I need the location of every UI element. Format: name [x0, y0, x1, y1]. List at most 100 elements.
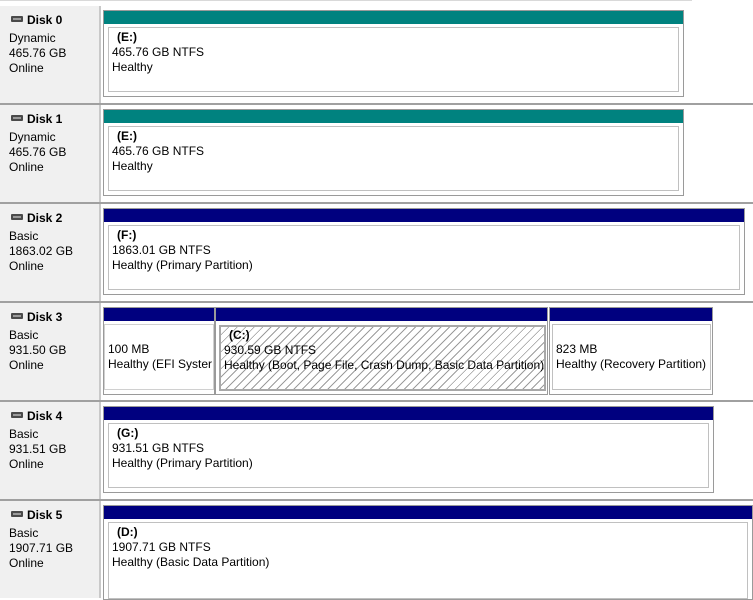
volume-health: Healthy (Boot, Page File, Crash Dump, Ba… — [224, 358, 545, 372]
disk-row-3: Disk 3 Basic 931.50 GB Online 100 MB Hea… — [0, 303, 753, 402]
disk-title: Disk 4 — [11, 409, 63, 423]
disk-label-3[interactable]: Disk 3 Basic 931.50 GB Online — [0, 303, 101, 400]
volume-size-fs: 930.59 GB NTFS — [224, 343, 317, 357]
volume-details: (E:) 465.76 GB NTFS Healthy — [108, 126, 679, 191]
disk-name: Disk 1 — [27, 112, 63, 126]
disk-status: Online — [9, 457, 44, 471]
volume-recovery[interactable]: 823 MB Healthy (Recovery Partition) — [549, 307, 713, 395]
disk-row-2: Disk 2 Basic 1863.02 GB Online (F:) 1863… — [0, 204, 753, 303]
volume-letter: (C:) — [229, 328, 250, 342]
volume-color-bar — [104, 209, 744, 222]
disk-size: 1907.71 GB — [9, 541, 74, 555]
disk-drive-icon — [11, 313, 23, 319]
disk-type: Basic — [9, 427, 39, 441]
volume-details-selected: (C:) 930.59 GB NTFS Healthy (Boot, Page … — [219, 325, 546, 391]
volume-letter: (F:) — [117, 228, 137, 242]
volume-size-fs: 1863.01 GB NTFS — [112, 243, 211, 257]
volume-size-fs: 823 MB — [556, 342, 598, 356]
disk-status: Online — [9, 61, 44, 75]
disk-volume-area: (E:) 465.76 GB NTFS Healthy — [101, 105, 687, 202]
disk-name: Disk 4 — [27, 409, 63, 423]
disk-size: 465.76 GB — [9, 46, 67, 60]
volume-details: (E:) 465.76 GB NTFS Healthy — [108, 27, 679, 92]
volume-health: Healthy (Recovery Partition) — [556, 357, 707, 371]
volume-letter: (E:) — [117, 129, 137, 143]
volume-c[interactable]: (C:) 930.59 GB NTFS Healthy (Boot, Page … — [215, 307, 548, 395]
volume-color-bar — [550, 308, 712, 321]
disk-name: Disk 3 — [27, 310, 63, 324]
disk-label-0[interactable]: Disk 0 Dynamic 465.76 GB Online — [0, 6, 101, 103]
volume-color-bar — [104, 308, 214, 321]
volume-color-bar — [104, 506, 752, 519]
volume-health: Healthy (Basic Data Partition) — [112, 555, 270, 569]
disk-status: Online — [9, 556, 44, 570]
top-border — [0, 0, 753, 1]
disk-row-1: Disk 1 Dynamic 465.76 GB Online (E:) 465… — [0, 105, 753, 204]
disk-drive-icon — [11, 511, 23, 517]
volume-health: Healthy (Primary Partition) — [112, 258, 253, 272]
volume-health: Healthy (EFI Syster — [108, 357, 213, 371]
disk-type: Basic — [9, 328, 39, 342]
volume-health: Healthy (Primary Partition) — [112, 456, 253, 470]
disk-size: 465.76 GB — [9, 145, 67, 159]
disk-type: Basic — [9, 526, 39, 540]
volume-size-fs: 465.76 GB NTFS — [112, 144, 205, 158]
disk-label-1[interactable]: Disk 1 Dynamic 465.76 GB Online — [0, 105, 101, 202]
volume-efi[interactable]: 100 MB Healthy (EFI Syster — [103, 307, 215, 395]
disk-volume-area: (D:) 1907.71 GB NTFS Healthy (Basic Data… — [101, 501, 753, 600]
volume-health: Healthy — [112, 60, 153, 74]
disk-label-4[interactable]: Disk 4 Basic 931.51 GB Online — [0, 402, 101, 499]
disk-volume-area: 100 MB Healthy (EFI Syster (C:) 930.59 G… — [101, 303, 716, 400]
volume-details: 823 MB Healthy (Recovery Partition) — [552, 324, 711, 390]
disk-status: Online — [9, 358, 44, 372]
volume-color-bar — [216, 308, 547, 321]
disk-drive-icon — [11, 214, 23, 220]
volume-details: (G:) 931.51 GB NTFS Healthy (Primary Par… — [108, 423, 709, 488]
volume-size-fs: 465.76 GB NTFS — [112, 45, 205, 59]
disk-type: Dynamic — [9, 31, 56, 45]
disk-name: Disk 0 — [27, 13, 63, 27]
disk-name: Disk 2 — [27, 211, 63, 225]
disk-label-5[interactable]: Disk 5 Basic 1907.71 GB Online — [0, 501, 101, 598]
volume-letter: (G:) — [117, 426, 139, 440]
volume-f[interactable]: (F:) 1863.01 GB NTFS Healthy (Primary Pa… — [103, 208, 745, 295]
disk-size: 1863.02 GB — [9, 244, 74, 258]
disk-label-2[interactable]: Disk 2 Basic 1863.02 GB Online — [0, 204, 101, 301]
volume-size-fs: 100 MB — [108, 342, 150, 356]
volume-size-fs: 931.51 GB NTFS — [112, 441, 205, 455]
volume-details: 100 MB Healthy (EFI Syster — [104, 324, 214, 390]
disk-size: 931.50 GB — [9, 343, 67, 357]
volume-color-bar — [104, 407, 713, 420]
disk-row-5: Disk 5 Basic 1907.71 GB Online (D:) 1907… — [0, 501, 753, 600]
volume-letter: (E:) — [117, 30, 137, 44]
disk-status: Online — [9, 160, 44, 174]
disk-drive-icon — [11, 412, 23, 418]
disk-name: Disk 5 — [27, 508, 63, 522]
disk-title: Disk 5 — [11, 508, 63, 522]
volume-d[interactable]: (D:) 1907.71 GB NTFS Healthy (Basic Data… — [103, 505, 753, 600]
disk-drive-icon — [11, 16, 23, 22]
disk-volume-area: (G:) 931.51 GB NTFS Healthy (Primary Par… — [101, 402, 717, 499]
volume-details: (F:) 1863.01 GB NTFS Healthy (Primary Pa… — [108, 225, 740, 290]
disk-status: Online — [9, 259, 44, 273]
disk-volume-area: (E:) 465.76 GB NTFS Healthy — [101, 6, 687, 103]
volume-size-fs: 1907.71 GB NTFS — [112, 540, 211, 554]
volume-g[interactable]: (G:) 931.51 GB NTFS Healthy (Primary Par… — [103, 406, 714, 493]
disk-title: Disk 1 — [11, 112, 63, 126]
disk-volume-area: (F:) 1863.01 GB NTFS Healthy (Primary Pa… — [101, 204, 748, 301]
disk-type: Basic — [9, 229, 39, 243]
volume-e[interactable]: (E:) 465.76 GB NTFS Healthy — [103, 109, 684, 196]
disk-type: Dynamic — [9, 130, 56, 144]
disk-drive-icon — [11, 115, 23, 121]
disk-row-0: Disk 0 Dynamic 465.76 GB Online (E:) 465… — [0, 6, 753, 105]
volume-color-bar — [104, 110, 683, 123]
volume-color-bar — [104, 11, 683, 24]
disk-title: Disk 2 — [11, 211, 63, 225]
disk-title: Disk 0 — [11, 13, 63, 27]
volume-details: (D:) 1907.71 GB NTFS Healthy (Basic Data… — [108, 522, 748, 599]
volume-letter: (D:) — [117, 525, 138, 539]
volume-health: Healthy — [112, 159, 153, 173]
volume-e[interactable]: (E:) 465.76 GB NTFS Healthy — [103, 10, 684, 97]
disk-row-4: Disk 4 Basic 931.51 GB Online (G:) 931.5… — [0, 402, 753, 501]
disk-size: 931.51 GB — [9, 442, 67, 456]
